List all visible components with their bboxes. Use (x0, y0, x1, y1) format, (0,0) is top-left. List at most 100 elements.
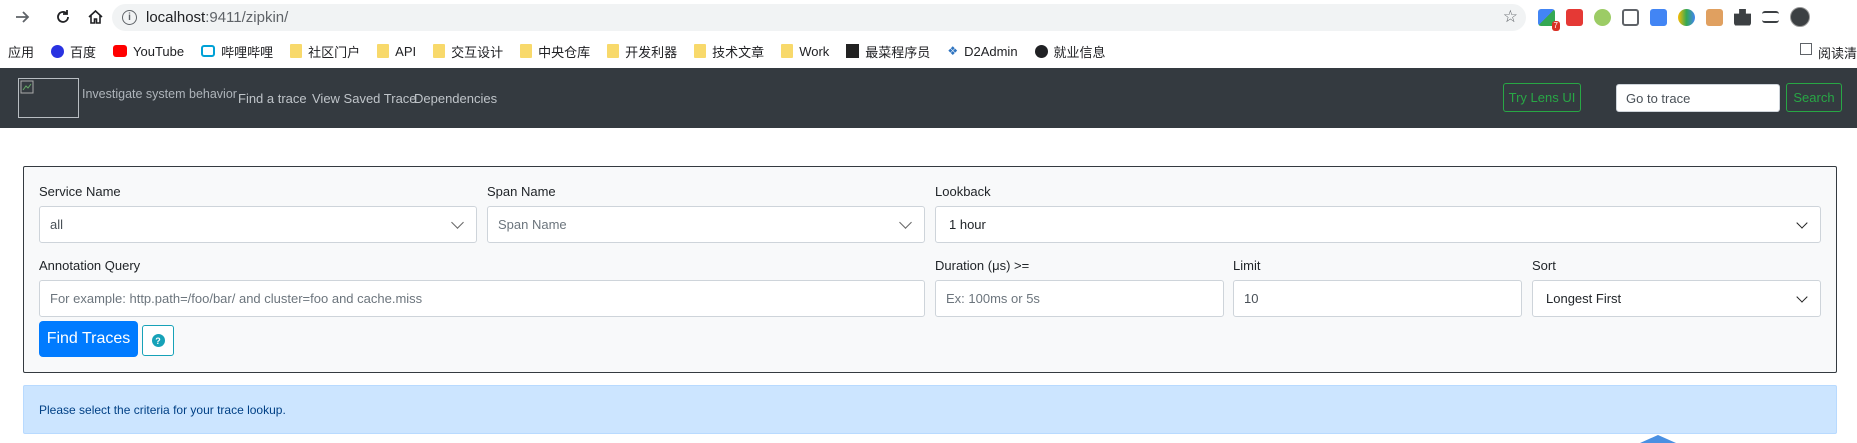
media-queue-icon[interactable] (1762, 11, 1779, 23)
zipkin-navbar: Investigate system behavior Find a trace… (0, 68, 1857, 128)
bookmark-star-icon[interactable]: ☆ (1503, 7, 1518, 27)
bookmark-label: 技术文章 (712, 44, 765, 60)
bookmark-youtube[interactable]: YouTube (113, 44, 184, 59)
url-path: :9411/zipkin/ (205, 9, 289, 26)
nav-dependencies[interactable]: Dependencies (414, 91, 497, 106)
scroll-up-icon[interactable] (1638, 434, 1678, 443)
service-name-label: Service Name (39, 184, 121, 199)
bookmark-label: D2Admin (964, 43, 1018, 59)
bookmark-folder-repo[interactable]: 中央仓库 (520, 42, 590, 61)
nav-find-trace[interactable]: Find a trace (238, 91, 307, 106)
puzzle-extensions-icon[interactable] (1734, 8, 1751, 26)
find-traces-button[interactable]: Find Traces (39, 321, 138, 357)
annotation-query-input[interactable]: For example: http.path=/foo/bar/ and clu… (39, 280, 925, 317)
baidu-icon (51, 44, 65, 58)
extensions-bar: 7 (1538, 7, 1810, 31)
site-icon (846, 44, 860, 58)
globe-icon (1034, 44, 1048, 58)
duration-label: Duration (μs) >= (935, 258, 1030, 273)
limit-value: 10 (1244, 291, 1259, 306)
folder-icon (781, 44, 794, 58)
bookmark-label: 交互设计 (451, 44, 504, 60)
question-icon: ? (151, 334, 165, 347)
folder-icon (290, 44, 303, 58)
youtube-icon (113, 45, 128, 57)
reload-icon[interactable] (48, 2, 78, 32)
home-icon[interactable] (80, 2, 110, 32)
span-name-select[interactable]: Span Name (487, 206, 925, 243)
annotation-query-label: Annotation Query (39, 258, 141, 273)
bookmark-label: 就业信息 (1053, 44, 1106, 60)
bookmark-folder-tools[interactable]: 开发利器 (607, 42, 677, 61)
url-host: localhost (146, 9, 206, 26)
address-bar[interactable]: i localhost:9411/zipkin/ ☆ (112, 4, 1526, 31)
bookmark-label: 社区门户 (308, 44, 361, 60)
bookmark-label: 百度 (70, 44, 97, 60)
copy-extension-icon[interactable] (1622, 8, 1639, 26)
folder-icon (377, 44, 390, 58)
apps-extension-icon[interactable]: 7 (1538, 8, 1560, 31)
limit-input[interactable]: 10 (1233, 280, 1522, 317)
bookmark-folder-work[interactable]: Work (781, 44, 829, 59)
apps-label: 应用 (8, 44, 35, 60)
annotation-query-placeholder: For example: http.path=/foo/bar/ and clu… (50, 291, 423, 306)
duration-input[interactable]: Ex: 100ms or 5s (935, 280, 1224, 317)
chevron-down-icon (1796, 291, 1808, 303)
bookmark-folder-community[interactable]: 社区门户 (290, 42, 360, 61)
colorful-extension-icon[interactable] (1678, 8, 1695, 26)
bookmark-d2admin[interactable]: ❖ D2Admin (947, 44, 1017, 59)
red-extension-icon[interactable] (1566, 8, 1583, 26)
bookmark-baidu[interactable]: 百度 (51, 42, 96, 61)
bookmark-label: 最菜程序员 (865, 44, 931, 60)
bookmark-label: YouTube (133, 43, 185, 59)
chevron-down-icon (899, 216, 912, 229)
service-name-value: all (50, 217, 64, 232)
chevron-down-icon (1796, 217, 1808, 229)
bookmarks-bar: 应用 百度 YouTube 哔哩哔哩 社区门户 API 交互设计 中央仓库 开发… (0, 34, 1857, 68)
bookmark-bilibili[interactable]: 哔哩哔哩 (201, 42, 273, 61)
alert-message: Please select the criteria for your trac… (39, 402, 286, 417)
bilibili-icon (201, 45, 216, 57)
bookmark-folder-design[interactable]: 交互设计 (433, 42, 503, 61)
span-name-label: Span Name (487, 184, 556, 199)
nav-view-saved-trace[interactable]: View Saved Trace (312, 91, 417, 106)
try-lens-ui-button[interactable]: Try Lens UI (1503, 83, 1581, 112)
lookback-label: Lookback (935, 184, 991, 199)
duration-placeholder: Ex: 100ms or 5s (946, 291, 1040, 306)
chevron-down-icon (451, 216, 464, 229)
help-button[interactable]: ? (142, 325, 174, 356)
sort-label: Sort (1532, 258, 1556, 273)
folder-icon (607, 44, 620, 58)
bookmark-label: 开发利器 (625, 44, 678, 60)
translate-extension-icon[interactable] (1650, 8, 1667, 26)
bookmark-site-programmer[interactable]: 最菜程序员 (846, 42, 930, 61)
service-name-select[interactable]: all (39, 206, 477, 243)
bookmark-label: Work (799, 43, 830, 59)
bookmark-folder-api[interactable]: API (377, 44, 416, 59)
bookmark-apps[interactable]: 应用 (8, 42, 34, 61)
span-name-placeholder: Span Name (498, 217, 567, 232)
go-to-trace-input[interactable]: Go to trace (1616, 84, 1780, 112)
sort-value: Longest First (1546, 291, 1622, 306)
d2admin-icon: ❖ (947, 44, 959, 58)
reading-list-icon (1799, 43, 1812, 55)
search-button[interactable]: Search (1786, 83, 1842, 112)
folder-icon (520, 44, 533, 58)
bookmark-label: 哔哩哔哩 (221, 44, 274, 60)
profile-avatar[interactable] (1790, 7, 1810, 27)
forward-icon[interactable] (8, 2, 38, 32)
green-circle-extension-icon[interactable] (1594, 8, 1611, 26)
reading-list[interactable]: 阅读清 (1799, 43, 1857, 62)
bookmark-folder-articles[interactable]: 技术文章 (694, 42, 764, 61)
bookmark-jobs[interactable]: 就业信息 (1034, 42, 1106, 61)
folder-icon (694, 44, 707, 58)
lookback-select[interactable]: 1 hour (935, 206, 1821, 243)
search-form: Service Name all Span Name Span Name Loo… (23, 166, 1837, 373)
reading-list-label: 阅读清 (1817, 46, 1857, 61)
limit-label: Limit (1233, 258, 1261, 273)
site-info-icon[interactable]: i (122, 10, 137, 25)
zipkin-logo[interactable] (18, 78, 79, 118)
sort-select[interactable]: Longest First (1532, 280, 1821, 317)
face-extension-icon[interactable] (1706, 8, 1723, 26)
browser-toolbar: i localhost:9411/zipkin/ ☆ 7 (0, 0, 1857, 34)
